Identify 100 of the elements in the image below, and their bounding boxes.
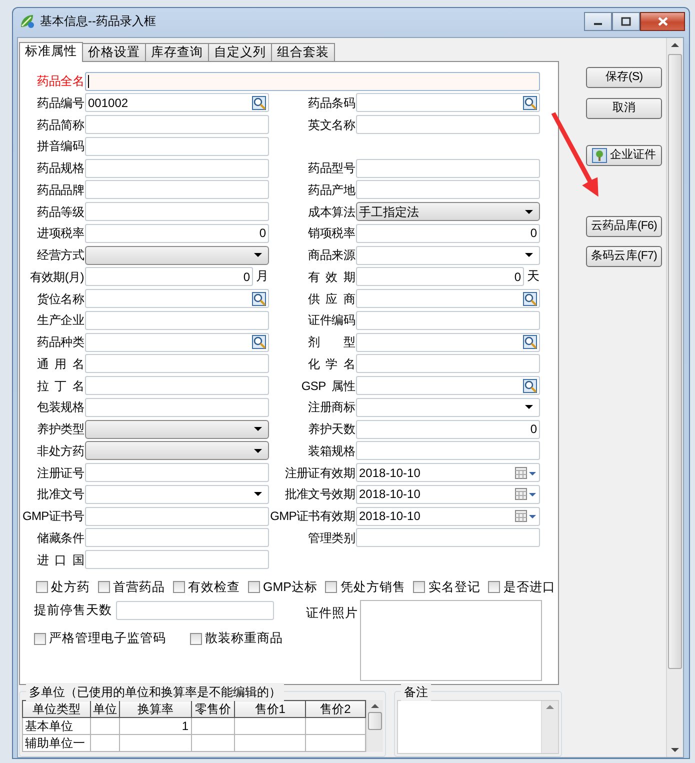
close-button[interactable] xyxy=(640,12,685,30)
input-field[interactable] xyxy=(85,310,269,330)
column-header: 零售价 xyxy=(191,700,235,718)
scrollbar[interactable] xyxy=(666,38,683,757)
button[interactable]: 条码云库(F7) xyxy=(586,246,662,267)
checkbox[interactable] xyxy=(34,632,46,645)
input-field[interactable] xyxy=(356,180,540,200)
dropdown-field[interactable] xyxy=(356,398,540,417)
tab[interactable]: 标准属性 xyxy=(19,42,83,62)
table-cell xyxy=(90,734,120,752)
dropdown-select[interactable]: 手工指定法 xyxy=(356,202,540,221)
input-field[interactable] xyxy=(356,376,540,395)
date-field[interactable]: 2018-10-10 xyxy=(356,484,540,504)
maximize-button[interactable] xyxy=(612,12,640,30)
input-field[interactable]: 0 xyxy=(356,420,540,438)
input-field[interactable] xyxy=(85,463,269,482)
input-field[interactable]: 001002 xyxy=(85,93,269,112)
calendar-icon[interactable] xyxy=(515,509,537,523)
button[interactable]: 云药品库(F6) xyxy=(586,216,662,237)
search-icon[interactable] xyxy=(523,378,537,392)
input-field[interactable] xyxy=(85,332,269,352)
dropdown-caret-icon[interactable] xyxy=(525,253,533,257)
field-label: 批准文号效期 xyxy=(284,486,355,504)
checkbox[interactable] xyxy=(190,632,202,645)
column-header: 单位 xyxy=(90,700,120,718)
scrollbar[interactable] xyxy=(366,700,383,752)
tab[interactable]: 自定义列 xyxy=(208,43,272,61)
input-field[interactable]: 0 xyxy=(356,267,524,286)
input-field[interactable] xyxy=(356,289,540,308)
checkbox[interactable] xyxy=(248,580,260,593)
checkbox[interactable] xyxy=(173,580,185,593)
search-icon[interactable] xyxy=(252,292,266,306)
checkbox[interactable] xyxy=(36,580,48,593)
table-cell xyxy=(234,734,306,752)
button[interactable]: 企业证件 xyxy=(586,145,662,166)
input-field[interactable] xyxy=(85,72,540,90)
field-label: 养护天数 xyxy=(307,421,355,438)
button[interactable]: 取消 xyxy=(586,98,662,119)
calendar-icon[interactable] xyxy=(515,487,537,502)
input-field[interactable] xyxy=(85,289,269,308)
input-field[interactable] xyxy=(116,601,274,620)
tab[interactable]: 价格设置 xyxy=(82,43,146,61)
input-field[interactable] xyxy=(356,310,540,330)
checkbox[interactable] xyxy=(488,580,500,593)
calendar-icon[interactable] xyxy=(515,466,537,480)
input-field[interactable] xyxy=(85,354,269,374)
input-field[interactable] xyxy=(356,115,540,134)
checkbox[interactable] xyxy=(413,580,426,593)
input-field[interactable] xyxy=(85,398,269,417)
search-icon[interactable] xyxy=(523,292,537,306)
input-field[interactable] xyxy=(356,158,540,178)
search-icon[interactable] xyxy=(523,96,537,110)
field-label: 批准文号 xyxy=(36,486,84,504)
dropdown-caret-icon[interactable] xyxy=(254,492,262,496)
checkbox-label: 凭处方销售 xyxy=(340,578,406,596)
input-field[interactable] xyxy=(85,158,269,178)
date-field[interactable]: 2018-10-10 xyxy=(356,506,540,526)
field-label: 注册证号 xyxy=(36,464,84,482)
input-field[interactable] xyxy=(85,115,269,134)
search-icon[interactable] xyxy=(252,335,266,349)
checkbox[interactable] xyxy=(98,580,110,593)
tab[interactable]: 组合套装 xyxy=(271,43,335,61)
field-label: 药品全名 xyxy=(36,73,84,90)
dropdown-caret-icon[interactable] xyxy=(254,448,262,453)
dropdown-field[interactable] xyxy=(356,246,540,264)
dropdown-caret-icon[interactable] xyxy=(525,405,533,410)
input-field[interactable] xyxy=(85,550,269,569)
input-field[interactable] xyxy=(85,376,269,395)
button[interactable]: 保存(S) xyxy=(586,67,662,88)
input-field[interactable]: 0 xyxy=(85,267,253,286)
notes-field[interactable] xyxy=(397,700,559,754)
app-icon xyxy=(19,13,35,29)
field-label: 注册商标 xyxy=(307,399,355,416)
input-field[interactable] xyxy=(356,93,540,112)
search-icon[interactable] xyxy=(252,96,266,110)
input-field[interactable] xyxy=(356,441,540,460)
checkbox[interactable] xyxy=(325,580,338,593)
input-field[interactable] xyxy=(356,528,540,548)
dropdown-caret-icon[interactable] xyxy=(254,253,262,257)
input-field[interactable] xyxy=(85,528,269,548)
search-icon[interactable] xyxy=(523,335,537,349)
input-field[interactable]: 0 xyxy=(356,224,540,243)
input-field[interactable] xyxy=(85,180,269,200)
input-field[interactable] xyxy=(356,354,540,374)
input-field[interactable] xyxy=(85,136,269,156)
field-label: 经营方式 xyxy=(36,247,84,264)
dropdown-caret-icon[interactable] xyxy=(254,427,262,431)
dropdown-caret-icon[interactable] xyxy=(525,210,533,214)
date-field[interactable]: 2018-10-10 xyxy=(356,463,540,482)
input-field[interactable] xyxy=(85,202,269,221)
field-label: 销项税率 xyxy=(307,225,355,242)
input-field[interactable]: 0 xyxy=(85,224,269,243)
field-label: 剂 型 xyxy=(307,334,355,351)
tab[interactable]: 库存查询 xyxy=(145,43,209,61)
column-header: 售价2 xyxy=(305,700,366,718)
input-field[interactable] xyxy=(356,332,540,352)
field-label: 生产企业 xyxy=(36,312,84,330)
minimize-button[interactable] xyxy=(584,12,612,30)
dropdown-field[interactable] xyxy=(85,484,269,504)
input-field[interactable] xyxy=(85,506,269,526)
